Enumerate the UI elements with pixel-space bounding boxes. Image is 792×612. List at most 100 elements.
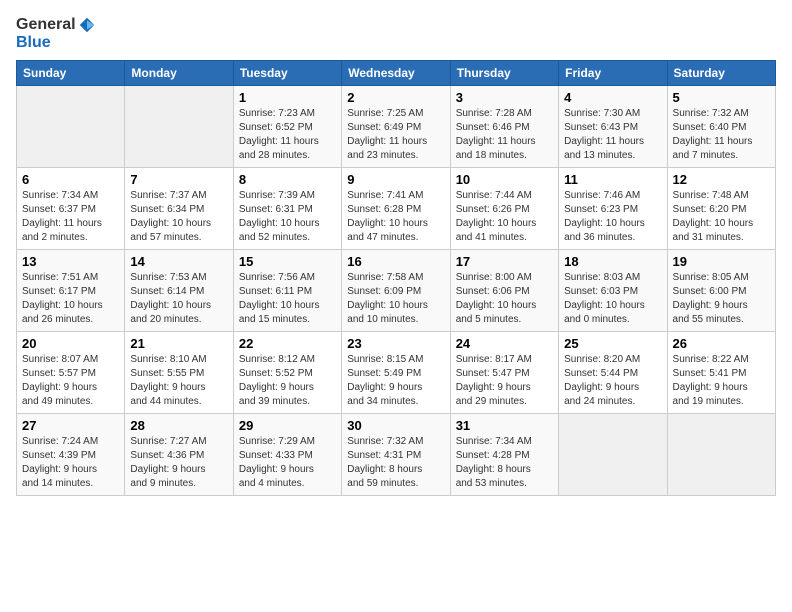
- day-info: Sunrise: 7:53 AM Sunset: 6:14 PM Dayligh…: [130, 271, 227, 327]
- weekday-header-tuesday: Tuesday: [233, 60, 341, 85]
- day-number: 24: [456, 336, 553, 351]
- calendar-cell: [559, 413, 667, 495]
- day-number: 27: [22, 418, 119, 433]
- calendar-cell: 25 Sunrise: 8:20 AM Sunset: 5:44 PM Dayli…: [559, 331, 667, 413]
- day-info: Sunrise: 7:29 AM Sunset: 4:33 PM Dayligh…: [239, 435, 336, 491]
- calendar-cell: 2 Sunrise: 7:25 AM Sunset: 6:49 PM Daylig…: [342, 85, 450, 167]
- logo-text: General Blue: [16, 16, 96, 52]
- day-info: Sunrise: 7:34 AM Sunset: 6:37 PM Dayligh…: [22, 189, 119, 245]
- day-number: 21: [130, 336, 227, 351]
- calendar-cell: 9 Sunrise: 7:41 AM Sunset: 6:28 PM Daylig…: [342, 167, 450, 249]
- day-number: 28: [130, 418, 227, 433]
- calendar-cell: 19 Sunrise: 8:05 AM Sunset: 6:00 PM Dayli…: [667, 249, 775, 331]
- day-info: Sunrise: 8:17 AM Sunset: 5:47 PM Dayligh…: [456, 353, 553, 409]
- day-number: 19: [673, 254, 770, 269]
- day-info: Sunrise: 7:41 AM Sunset: 6:28 PM Dayligh…: [347, 189, 444, 245]
- day-info: Sunrise: 7:30 AM Sunset: 6:43 PM Dayligh…: [564, 107, 661, 163]
- day-number: 12: [673, 172, 770, 187]
- day-info: Sunrise: 7:48 AM Sunset: 6:20 PM Dayligh…: [673, 189, 770, 245]
- weekday-header-monday: Monday: [125, 60, 233, 85]
- calendar-cell: 27 Sunrise: 7:24 AM Sunset: 4:39 PM Dayli…: [17, 413, 125, 495]
- day-info: Sunrise: 7:44 AM Sunset: 6:26 PM Dayligh…: [456, 189, 553, 245]
- day-number: 8: [239, 172, 336, 187]
- calendar-cell: 17 Sunrise: 8:00 AM Sunset: 6:06 PM Dayli…: [450, 249, 558, 331]
- day-number: 25: [564, 336, 661, 351]
- weekday-header-wednesday: Wednesday: [342, 60, 450, 85]
- calendar-cell: 5Sunrise: 7:32 AM Sunset: 6:40 PM Daylig…: [667, 85, 775, 167]
- weekday-header-row: SundayMondayTuesdayWednesdayThursdayFrid…: [17, 60, 776, 85]
- day-number: 13: [22, 254, 119, 269]
- weekday-header-thursday: Thursday: [450, 60, 558, 85]
- calendar-cell: 24 Sunrise: 8:17 AM Sunset: 5:47 PM Dayli…: [450, 331, 558, 413]
- day-number: 17: [456, 254, 553, 269]
- calendar-cell: 8 Sunrise: 7:39 AM Sunset: 6:31 PM Daylig…: [233, 167, 341, 249]
- calendar-cell: 22 Sunrise: 8:12 AM Sunset: 5:52 PM Dayli…: [233, 331, 341, 413]
- weekday-header-friday: Friday: [559, 60, 667, 85]
- day-number: 11: [564, 172, 661, 187]
- calendar-cell: 6 Sunrise: 7:34 AM Sunset: 6:37 PM Daylig…: [17, 167, 125, 249]
- day-info: Sunrise: 7:39 AM Sunset: 6:31 PM Dayligh…: [239, 189, 336, 245]
- day-number: 23: [347, 336, 444, 351]
- calendar-row-1: 6 Sunrise: 7:34 AM Sunset: 6:37 PM Daylig…: [17, 167, 776, 249]
- calendar-cell: 3 Sunrise: 7:28 AM Sunset: 6:46 PM Daylig…: [450, 85, 558, 167]
- day-info: Sunrise: 7:27 AM Sunset: 4:36 PM Dayligh…: [130, 435, 227, 491]
- calendar-cell: 12 Sunrise: 7:48 AM Sunset: 6:20 PM Dayli…: [667, 167, 775, 249]
- day-number: 29: [239, 418, 336, 433]
- calendar-cell: 29 Sunrise: 7:29 AM Sunset: 4:33 PM Dayli…: [233, 413, 341, 495]
- day-info: Sunrise: 8:20 AM Sunset: 5:44 PM Dayligh…: [564, 353, 661, 409]
- day-info: Sunrise: 8:03 AM Sunset: 6:03 PM Dayligh…: [564, 271, 661, 327]
- calendar-cell: 7 Sunrise: 7:37 AM Sunset: 6:34 PM Daylig…: [125, 167, 233, 249]
- calendar-cell: 26Sunrise: 8:22 AM Sunset: 5:41 PM Dayli…: [667, 331, 775, 413]
- calendar-cell: 30Sunrise: 7:32 AM Sunset: 4:31 PM Dayli…: [342, 413, 450, 495]
- logo: General Blue: [16, 16, 96, 52]
- day-number: 2: [347, 90, 444, 105]
- day-info: Sunrise: 7:37 AM Sunset: 6:34 PM Dayligh…: [130, 189, 227, 245]
- day-info: Sunrise: 7:56 AM Sunset: 6:11 PM Dayligh…: [239, 271, 336, 327]
- calendar-cell: 11Sunrise: 7:46 AM Sunset: 6:23 PM Dayli…: [559, 167, 667, 249]
- calendar-row-4: 27 Sunrise: 7:24 AM Sunset: 4:39 PM Dayli…: [17, 413, 776, 495]
- day-info: Sunrise: 7:32 AM Sunset: 6:40 PM Dayligh…: [673, 107, 770, 163]
- day-info: Sunrise: 7:34 AM Sunset: 4:28 PM Dayligh…: [456, 435, 553, 491]
- calendar-cell: [125, 85, 233, 167]
- page-header: General Blue: [16, 16, 776, 52]
- weekday-header-sunday: Sunday: [17, 60, 125, 85]
- calendar-row-0: 1Sunrise: 7:23 AM Sunset: 6:52 PM Daylig…: [17, 85, 776, 167]
- day-info: Sunrise: 7:28 AM Sunset: 6:46 PM Dayligh…: [456, 107, 553, 163]
- calendar-row-3: 20Sunrise: 8:07 AM Sunset: 5:57 PM Dayli…: [17, 331, 776, 413]
- calendar-cell: 4Sunrise: 7:30 AM Sunset: 6:43 PM Daylig…: [559, 85, 667, 167]
- day-info: Sunrise: 7:24 AM Sunset: 4:39 PM Dayligh…: [22, 435, 119, 491]
- day-number: 26: [673, 336, 770, 351]
- day-number: 10: [456, 172, 553, 187]
- day-number: 6: [22, 172, 119, 187]
- day-info: Sunrise: 8:00 AM Sunset: 6:06 PM Dayligh…: [456, 271, 553, 327]
- day-info: Sunrise: 8:15 AM Sunset: 5:49 PM Dayligh…: [347, 353, 444, 409]
- calendar-cell: 20Sunrise: 8:07 AM Sunset: 5:57 PM Dayli…: [17, 331, 125, 413]
- calendar-cell: 16 Sunrise: 7:58 AM Sunset: 6:09 PM Dayli…: [342, 249, 450, 331]
- day-number: 3: [456, 90, 553, 105]
- day-number: 18: [564, 254, 661, 269]
- day-info: Sunrise: 7:25 AM Sunset: 6:49 PM Dayligh…: [347, 107, 444, 163]
- day-number: 14: [130, 254, 227, 269]
- calendar-cell: 31 Sunrise: 7:34 AM Sunset: 4:28 PM Dayli…: [450, 413, 558, 495]
- day-info: Sunrise: 7:58 AM Sunset: 6:09 PM Dayligh…: [347, 271, 444, 327]
- calendar-cell: 21 Sunrise: 8:10 AM Sunset: 5:55 PM Dayli…: [125, 331, 233, 413]
- day-info: Sunrise: 8:05 AM Sunset: 6:00 PM Dayligh…: [673, 271, 770, 327]
- calendar-cell: 14 Sunrise: 7:53 AM Sunset: 6:14 PM Dayli…: [125, 249, 233, 331]
- day-info: Sunrise: 7:23 AM Sunset: 6:52 PM Dayligh…: [239, 107, 336, 163]
- day-info: Sunrise: 8:12 AM Sunset: 5:52 PM Dayligh…: [239, 353, 336, 409]
- day-info: Sunrise: 8:10 AM Sunset: 5:55 PM Dayligh…: [130, 353, 227, 409]
- day-number: 7: [130, 172, 227, 187]
- day-number: 20: [22, 336, 119, 351]
- calendar-cell: [667, 413, 775, 495]
- day-number: 9: [347, 172, 444, 187]
- calendar-cell: 15Sunrise: 7:56 AM Sunset: 6:11 PM Dayli…: [233, 249, 341, 331]
- day-number: 22: [239, 336, 336, 351]
- calendar-table: SundayMondayTuesdayWednesdayThursdayFrid…: [16, 60, 776, 496]
- calendar-cell: 23 Sunrise: 8:15 AM Sunset: 5:49 PM Dayli…: [342, 331, 450, 413]
- calendar-cell: 13Sunrise: 7:51 AM Sunset: 6:17 PM Dayli…: [17, 249, 125, 331]
- day-number: 16: [347, 254, 444, 269]
- calendar-cell: 10 Sunrise: 7:44 AM Sunset: 6:26 PM Dayli…: [450, 167, 558, 249]
- calendar-cell: 1Sunrise: 7:23 AM Sunset: 6:52 PM Daylig…: [233, 85, 341, 167]
- day-number: 30: [347, 418, 444, 433]
- day-number: 31: [456, 418, 553, 433]
